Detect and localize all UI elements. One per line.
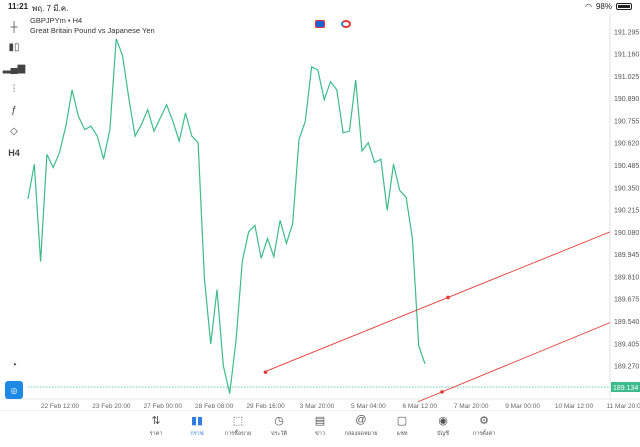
y-tick-label: 189.810	[614, 274, 639, 281]
battery-percent: 98%	[595, 2, 612, 11]
timeframe-button[interactable]: H4	[5, 144, 23, 162]
one-click-trade-icon[interactable]	[315, 20, 325, 28]
nav-trade[interactable]: ⬚ การซื้อขาย	[218, 411, 259, 447]
account-icon: ◉	[438, 414, 448, 427]
x-tick-label: 3 Mar 20:00	[300, 403, 335, 410]
nav-label: การซื้อขาย	[224, 431, 252, 437]
nav-mailbox[interactable]: @ กล่องจดหมาย	[341, 411, 382, 447]
nav-quotes[interactable]: ⇅ ราคา	[136, 411, 177, 447]
y-tick-label: 189.675	[614, 297, 639, 304]
price-chart[interactable]: 191.295 191.160 191.025 190.890 190.755 190.6…	[0, 14, 640, 410]
nav-label: แชท	[396, 431, 408, 437]
status-time: 11:21	[8, 2, 29, 11]
mailbox-icon: @	[355, 414, 367, 426]
battery-icon	[616, 3, 632, 10]
y-tick-label: 189.270	[614, 364, 639, 371]
nav-chat[interactable]: ▢ แชท	[382, 411, 423, 447]
chart-area[interactable]: 191.295 191.160 191.025 190.890 190.755 190.6…	[0, 14, 640, 410]
y-tick-label: 191.025	[614, 74, 639, 81]
y-tick-label: 190.890	[614, 96, 639, 103]
shapes-icon[interactable]: ◇	[5, 122, 23, 140]
bar-chart-icon[interactable]: ▂▄▆	[3, 59, 25, 77]
x-tick-label: 10 Mar 12:00	[555, 403, 594, 410]
status-bar: 11:21 พฤ. 7 มี.ค. ◠ 98%	[0, 0, 640, 14]
y-tick-label: 190.215	[614, 208, 639, 215]
y-tick-label: 190.350	[614, 185, 639, 192]
nav-label: ประวัติ	[270, 431, 288, 437]
trendline-anchor	[263, 370, 268, 374]
y-tick-label: 191.160	[614, 52, 639, 59]
x-tick-label: 22 Feb 12:00	[41, 403, 80, 410]
x-tick-label: 6 Mar 12:00	[402, 403, 437, 410]
nav-settings[interactable]: ⚙ การตั้งค่า	[464, 411, 505, 447]
x-tick-label: 5 Mar 04:00	[351, 403, 386, 410]
y-tick-label: 189.405	[614, 341, 639, 348]
y-tick-label: 190.080	[614, 230, 639, 237]
symbol-title: GBPJPYm • H4 Great Britain Pound vs Japa…	[30, 16, 155, 36]
settings-icon: ⚙	[479, 414, 489, 427]
price-series-line	[27, 38, 426, 394]
status-right: ◠ 98%	[585, 2, 632, 11]
nav-label: กราฟ	[190, 431, 204, 437]
settings-sliders-icon[interactable]: ⫶	[5, 80, 23, 98]
symbol-name: GBPJPYm • H4	[30, 16, 83, 25]
candles-icon[interactable]: ▮▯	[5, 38, 23, 56]
nav-label: ราคา	[149, 431, 163, 437]
wifi-icon: ◠	[585, 2, 592, 11]
nav-label: บัญชี	[437, 431, 449, 437]
nav-chart[interactable]: ▮▮ กราฟ	[177, 411, 218, 447]
sync-icon[interactable]	[341, 20, 351, 28]
left-toolbar: ┼ ▮▯ ▂▄▆ ⫶ ƒ ◇ H4 ◔ ◎	[0, 14, 28, 400]
nav-label: กล่องจดหมาย	[344, 431, 378, 437]
trendline	[417, 322, 611, 403]
x-tick-label: 27 Feb 00:00	[144, 403, 183, 410]
nav-history[interactable]: ◷ ประวัติ	[259, 411, 300, 447]
y-tick-label: 190.485	[614, 163, 639, 170]
chart-icon: ▮▮	[190, 414, 204, 427]
crosshair-icon[interactable]: ┼	[5, 18, 23, 36]
y-tick-label: 190.755	[614, 118, 639, 125]
quotes-icon: ⇅	[151, 414, 161, 427]
bottom-nav: ⇅ ราคา ▮▮ กราฟ ⬚ การซื้อขาย ◷ ประวัติ ▤ ข่าว …	[0, 410, 640, 447]
trade-icon: ⬚	[232, 414, 244, 427]
trade-history-icon[interactable]: ◔	[5, 356, 23, 374]
y-tick-label: 190.620	[614, 141, 639, 148]
y-tick-label: 191.295	[614, 29, 639, 36]
nav-news[interactable]: ▤ ข่าว	[300, 411, 341, 447]
x-tick-label: 29 Feb 16:00	[246, 403, 285, 410]
chat-icon: ▢	[396, 414, 408, 427]
y-tick-label: 189.540	[614, 319, 639, 326]
history-icon: ◷	[274, 414, 284, 427]
x-tick-label: 28 Feb 08:00	[195, 403, 234, 410]
trendline-anchor	[440, 390, 444, 394]
x-tick-label: 7 Mar 20:00	[454, 403, 489, 410]
x-tick-label: 23 Feb 20:00	[92, 403, 131, 410]
current-price-label: 189.134	[613, 385, 638, 392]
app-logo-icon[interactable]: ◎	[5, 381, 23, 399]
nav-label: ข่าว	[315, 431, 325, 437]
nav-account[interactable]: ◉ บัญชี	[423, 411, 464, 447]
function-icon[interactable]: ƒ	[5, 101, 23, 119]
symbol-description: Great Britain Pound vs Japanese Yen	[30, 26, 155, 35]
news-icon: ▤	[314, 414, 326, 427]
x-tick-label: 11 Mar 20:00	[606, 403, 640, 410]
x-tick-label: 9 Mar 00:00	[505, 403, 540, 410]
y-tick-label: 189.945	[614, 252, 639, 259]
nav-label: การตั้งค่า	[472, 431, 496, 437]
trendline-anchor	[446, 295, 450, 300]
trendline	[263, 231, 611, 373]
chart-overlay-icons	[315, 20, 351, 28]
